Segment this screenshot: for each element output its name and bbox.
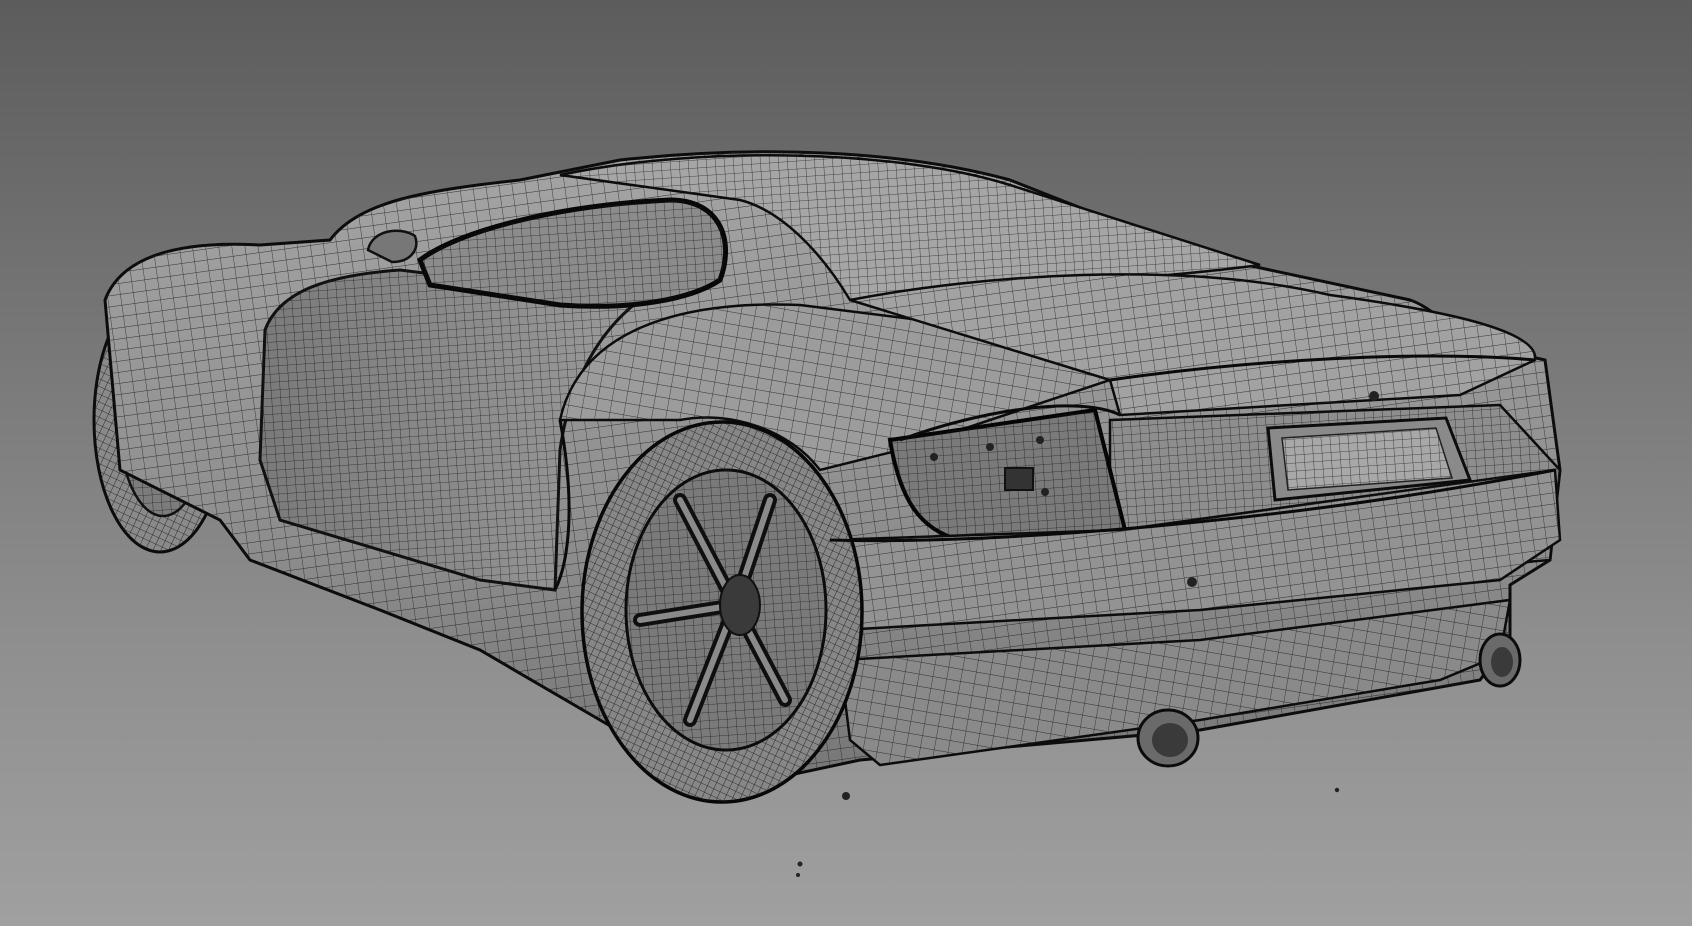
car-wireframe-render — [92, 150, 1562, 877]
wheel-rear-right — [580, 420, 864, 804]
exhaust-right — [1478, 632, 1522, 688]
3d-viewport[interactable] — [0, 0, 1692, 926]
exhaust-left — [1136, 708, 1200, 768]
